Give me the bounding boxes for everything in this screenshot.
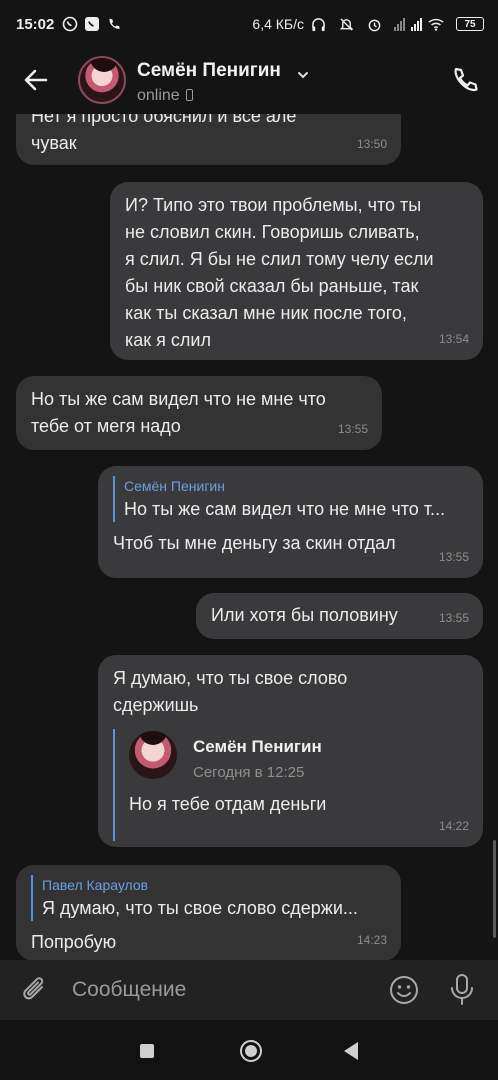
message-composer <box>0 960 498 1020</box>
mobile-device-icon <box>185 89 193 101</box>
arrow-left-icon[interactable] <box>20 64 52 96</box>
chat-status: online <box>137 87 193 105</box>
message-line: И? Типо это твои проблемы, что ты <box>125 195 422 215</box>
forwarded-message[interactable]: Семён Пенигин Сегодня в 12:25 Но я тебе … <box>113 729 469 841</box>
forwarded-date: Сегодня в 12:25 <box>193 764 305 781</box>
microphone-icon[interactable] <box>448 972 476 1013</box>
message-text: Попробую <box>31 932 117 952</box>
status-time: 15:02 <box>16 15 55 33</box>
network-speed: 6,4 КБ/с <box>252 16 304 32</box>
status-bar: 15:02 6,4 КБ/с 75 <box>0 0 498 48</box>
phone-icon[interactable] <box>450 66 480 96</box>
message-bubble[interactable]: Нет я просто обяснил и все але чувак 13:… <box>16 114 401 165</box>
message-time: 13:50 <box>356 137 387 151</box>
reply-quote[interactable]: Павел Караулов Я думаю, что ты свое слов… <box>31 875 387 921</box>
reply-text: Я думаю, что ты свое слово сдержи... <box>42 898 358 918</box>
chat-header: Семён Пенигин online <box>0 48 498 114</box>
reply-text: Но ты же сам видел что не мне что т... <box>124 499 446 519</box>
message-bubble[interactable]: Павел Караулов Я думаю, что ты свое слов… <box>16 865 401 960</box>
whatsapp-icon <box>62 16 78 32</box>
forwarded-avatar <box>129 731 177 779</box>
paperclip-icon[interactable] <box>20 974 50 1011</box>
message-line: как ты сказал мне ник после того, <box>125 303 407 323</box>
home-icon[interactable] <box>240 1040 262 1062</box>
signal-2-icon <box>411 17 422 31</box>
reply-author: Семён Пенигин <box>124 478 225 494</box>
message-line: Я думаю, что ты свое слово <box>113 668 348 688</box>
chat-title[interactable]: Семён Пенигин <box>137 60 281 82</box>
message-bubble[interactable]: И? Типо это твои проблемы, что ты не сло… <box>110 182 483 360</box>
message-time: 13:55 <box>438 611 469 625</box>
message-input[interactable] <box>72 972 372 1008</box>
message-bubble[interactable]: Но ты же сам видел что не мне что тебе о… <box>16 376 382 450</box>
whatsapp-business-icon <box>84 16 100 32</box>
message-time: 13:55 <box>337 422 368 436</box>
reply-author: Павел Караулов <box>42 877 149 893</box>
message-time: 14:23 <box>356 933 387 947</box>
scrollbar[interactable] <box>493 840 496 938</box>
message-bubble[interactable]: Я думаю, что ты свое слово сдержишь Семё… <box>98 655 483 847</box>
message-time: 13:55 <box>438 550 469 564</box>
message-line: Нет я просто обяснил и все але <box>31 114 297 126</box>
reply-quote[interactable]: Семён Пенигин Но ты же сам видел что не … <box>113 476 469 522</box>
message-line: Но ты же сам видел что не мне что <box>31 389 326 409</box>
message-line: сдержишь <box>113 695 199 715</box>
signal-1-icon <box>394 17 405 31</box>
online-status: online <box>137 87 180 104</box>
battery-icon: 75 <box>456 17 484 31</box>
message-text: Или хотя бы половину <box>211 605 398 625</box>
alarm-icon <box>366 16 382 32</box>
forwarded-author: Семён Пенигин <box>193 737 322 756</box>
call-status-icon <box>106 16 122 32</box>
avatar[interactable] <box>78 56 126 104</box>
smile-icon[interactable] <box>388 974 420 1011</box>
message-time: 13:54 <box>438 332 469 346</box>
headphones-icon <box>310 16 326 32</box>
chevron-down-icon[interactable] <box>296 68 310 87</box>
forwarded-text: Но я тебе отдам деньги <box>129 794 327 814</box>
message-text: Чтоб ты мне деньгу за скин отдал <box>113 533 396 553</box>
message-line: тебе от мегя надо <box>31 416 181 436</box>
back-triangle-icon[interactable] <box>344 1042 358 1060</box>
recents-icon[interactable] <box>140 1044 154 1058</box>
mute-icon <box>338 16 354 32</box>
message-line: я слил. Я бы не слил тому челу если <box>125 249 434 269</box>
wifi-icon <box>428 16 444 32</box>
message-time: 14:22 <box>438 819 469 833</box>
message-line: как я слил <box>125 330 211 350</box>
message-list[interactable]: Нет я просто обяснил и все але чувак 13:… <box>0 114 498 960</box>
system-navigation-bar <box>0 1020 498 1080</box>
message-bubble[interactable]: Или хотя бы половину 13:55 <box>196 593 483 639</box>
message-line: не словил скин. Говоришь сливать, <box>125 222 420 242</box>
message-line: чувак <box>31 133 77 153</box>
message-bubble[interactable]: Семён Пенигин Но ты же сам видел что не … <box>98 466 483 578</box>
message-line: бы ник свой сказал бы раньше, так <box>125 276 419 296</box>
